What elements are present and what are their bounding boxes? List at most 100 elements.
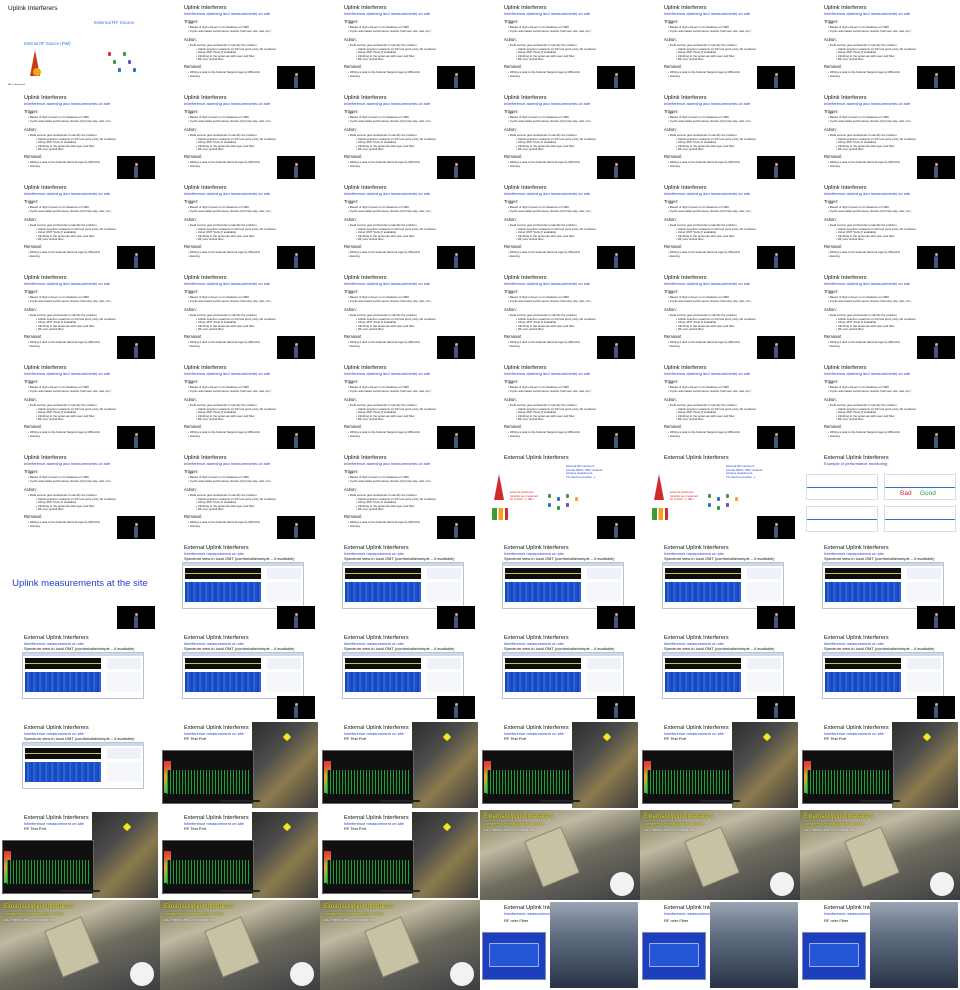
slide-thumbnail[interactable]: External Uplink Interferers Interference … (0, 900, 160, 990)
video-thumbnail[interactable] (437, 606, 475, 629)
slide-thumbnail[interactable]: Uplink Interferers Interference alarming … (480, 90, 640, 180)
video-thumbnail[interactable] (437, 426, 475, 449)
video-thumbnail[interactable] (277, 336, 315, 359)
slide-thumbnail[interactable]: External Uplink Interferers Interference … (160, 540, 320, 630)
video-thumbnail[interactable] (597, 606, 635, 629)
slide-thumbnail[interactable]: External Uplink Interferers Interference … (320, 900, 480, 990)
video-thumbnail[interactable] (117, 246, 155, 269)
slide-thumbnail[interactable]: Uplink Interferers Interference alarming … (800, 180, 960, 270)
slide-thumbnail[interactable]: External Uplink Interferers External inte… (640, 450, 800, 540)
slide-thumbnail[interactable]: Uplink Interferers Interference alarming … (0, 90, 160, 180)
slide-thumbnail[interactable]: Uplink Interferers Interference alarming … (320, 450, 480, 540)
slide-thumbnail[interactable]: Uplink Interferers Interference alarming … (480, 270, 640, 360)
video-thumbnail[interactable] (757, 156, 795, 179)
video-thumbnail[interactable] (917, 66, 955, 89)
video-thumbnail[interactable] (277, 516, 315, 539)
video-thumbnail[interactable] (117, 156, 155, 179)
slide-thumbnail[interactable]: External Uplink Interferers Interference … (640, 810, 800, 900)
video-thumbnail[interactable] (117, 336, 155, 359)
slide-thumbnail[interactable]: External Uplink Interferers Interference … (0, 630, 160, 720)
video-thumbnail[interactable] (277, 156, 315, 179)
slide-thumbnail[interactable]: Uplink Interferers Interference alarming … (480, 360, 640, 450)
video-thumbnail[interactable] (757, 516, 795, 539)
slide-thumbnail[interactable]: External Uplink Interferers Interference … (0, 720, 160, 810)
slide-thumbnail[interactable]: Uplink measurements at the site (0, 540, 160, 630)
video-thumbnail[interactable] (917, 696, 955, 719)
video-thumbnail[interactable] (597, 66, 635, 89)
slide-thumbnail[interactable]: Uplink Interferers Interference alarming … (160, 90, 320, 180)
video-thumbnail[interactable] (277, 66, 315, 89)
slide-thumbnail[interactable]: Uplink Interferers Interference alarming … (320, 90, 480, 180)
slide-thumbnail[interactable]: Uplink Interferers Interference alarming … (320, 180, 480, 270)
video-thumbnail[interactable] (757, 426, 795, 449)
video-thumbnail[interactable] (277, 246, 315, 269)
slide-thumbnail[interactable]: Uplink Interferers Interference alarming … (160, 270, 320, 360)
slide-thumbnail[interactable]: Uplink Interferers Interference alarming … (640, 270, 800, 360)
slide-thumbnail[interactable]: External Uplink Interferers Interference … (160, 630, 320, 720)
slide-thumbnail[interactable]: External Uplink Interferers Interference … (640, 540, 800, 630)
video-thumbnail[interactable] (917, 246, 955, 269)
slide-thumbnail[interactable]: External Uplink Interferers Interference … (480, 540, 640, 630)
slide-thumbnail[interactable]: External Uplink Interferers Interference … (640, 630, 800, 720)
video-thumbnail[interactable] (597, 426, 635, 449)
slide-thumbnail[interactable]: Uplink Interferers Interference alarming … (160, 360, 320, 450)
slide-thumbnail[interactable]: Uplink Interferers Interference alarming … (320, 270, 480, 360)
slide-thumbnail[interactable]: External Uplink Interferers Interference … (480, 900, 640, 990)
slide-thumbnail[interactable]: External Uplink Interferers Interference … (320, 630, 480, 720)
slide-thumbnail[interactable]: Uplink Interferers Interference alarming … (160, 450, 320, 540)
video-thumbnail[interactable] (277, 426, 315, 449)
video-thumbnail[interactable] (117, 606, 155, 629)
video-thumbnail[interactable] (757, 66, 795, 89)
video-thumbnail[interactable] (437, 336, 475, 359)
omt-spectrum-screenshot[interactable] (502, 652, 624, 699)
video-thumbnail[interactable] (757, 336, 795, 359)
slide-thumbnail[interactable]: External Uplink Interferers Interference … (160, 720, 320, 810)
video-thumbnail[interactable] (437, 696, 475, 719)
slide-thumbnail[interactable]: External Uplink Interferers Interference … (800, 540, 960, 630)
video-thumbnail[interactable] (917, 156, 955, 179)
video-thumbnail[interactable] (917, 426, 955, 449)
omt-spectrum-screenshot[interactable] (182, 562, 304, 609)
video-thumbnail[interactable] (757, 696, 795, 719)
video-thumbnail[interactable] (437, 246, 475, 269)
video-thumbnail[interactable] (597, 696, 635, 719)
slide-thumbnail[interactable]: Uplink Interferers Interference alarming … (160, 180, 320, 270)
omt-spectrum-screenshot[interactable] (22, 652, 144, 699)
video-thumbnail[interactable] (597, 246, 635, 269)
slide-thumbnail[interactable]: Uplink Interferers Interference alarming … (480, 0, 640, 90)
slide-thumbnail[interactable]: Uplink Interferers External RF Source Inte… (0, 0, 160, 90)
video-thumbnail[interactable] (597, 516, 635, 539)
slide-thumbnail[interactable]: Uplink Interferers Interference alarming … (640, 180, 800, 270)
omt-spectrum-screenshot[interactable] (502, 562, 624, 609)
video-thumbnail[interactable] (277, 606, 315, 629)
omt-spectrum-screenshot[interactable] (822, 562, 944, 609)
slide-thumbnail[interactable]: External Uplink Interferers Interference … (800, 630, 960, 720)
slide-thumbnail[interactable]: External Uplink Interferers Interference … (160, 900, 320, 990)
video-thumbnail[interactable] (757, 246, 795, 269)
slide-thumbnail[interactable]: Uplink Interferers Interference alarming … (0, 270, 160, 360)
video-thumbnail[interactable] (437, 516, 475, 539)
slide-thumbnail[interactable]: Uplink Interferers Interference alarming … (480, 180, 640, 270)
omt-spectrum-screenshot[interactable] (342, 652, 464, 699)
slide-thumbnail[interactable]: Uplink Interferers Interference alarming … (160, 0, 320, 90)
video-thumbnail[interactable] (597, 156, 635, 179)
slide-thumbnail[interactable]: External Uplink Interferers Interference … (480, 630, 640, 720)
omt-spectrum-screenshot[interactable] (662, 562, 784, 609)
video-thumbnail[interactable] (117, 516, 155, 539)
slide-thumbnail[interactable]: Uplink Interferers Interference alarming … (320, 0, 480, 90)
slide-thumbnail[interactable]: External Uplink Interferers Interference … (320, 720, 480, 810)
slide-thumbnail[interactable]: Uplink Interferers Interference alarming … (800, 90, 960, 180)
slide-thumbnail[interactable]: Uplink Interferers Interference alarming … (0, 180, 160, 270)
slide-thumbnail[interactable]: External Uplink Interferers Interference … (800, 900, 960, 990)
slide-thumbnail[interactable]: Uplink Interferers Interference alarming … (640, 90, 800, 180)
omt-spectrum-screenshot[interactable] (22, 742, 144, 789)
slide-thumbnail[interactable]: Uplink Interferers Interference alarming … (800, 270, 960, 360)
slide-thumbnail[interactable]: External Uplink Interferers Interference … (640, 900, 800, 990)
omt-spectrum-screenshot[interactable] (182, 652, 304, 699)
slide-thumbnail[interactable]: External Uplink Interferers External inte… (480, 450, 640, 540)
omt-spectrum-screenshot[interactable] (342, 562, 464, 609)
slide-thumbnail[interactable]: Uplink Interferers Interference alarming … (640, 0, 800, 90)
video-thumbnail[interactable] (277, 696, 315, 719)
slide-thumbnail[interactable]: External Uplink Interferers Interference … (0, 810, 160, 900)
slide-thumbnail[interactable]: Uplink Interferers Interference alarming … (0, 450, 160, 540)
